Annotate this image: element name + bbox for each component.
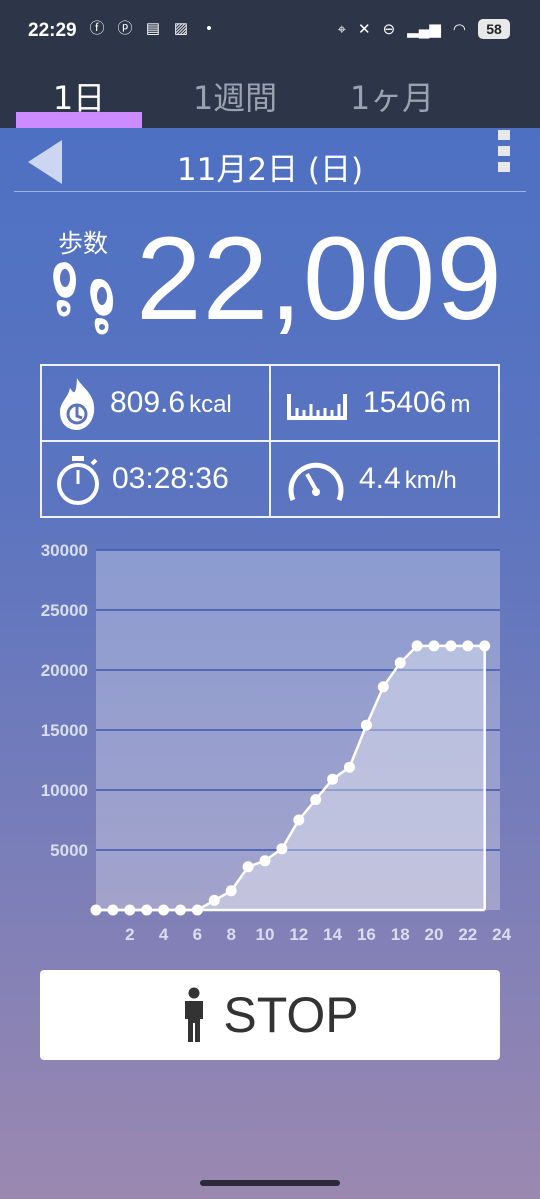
chart-data-point [141, 904, 153, 916]
chart-x-tick-label: 22 [458, 925, 477, 944]
chart-y-tick-label: 5000 [50, 841, 88, 860]
ruler-icon [287, 394, 347, 420]
battery-icon: 58 [478, 19, 510, 39]
chart-x-tick-label: 8 [226, 925, 235, 944]
stopwatch-icon [57, 456, 99, 505]
speed-value: 4.4 [359, 462, 401, 495]
status-bar: 22:29 ⓕ ⓟ ▤ ▨ • ⌖ ✕ ⊖ ▂▄▆ ◠ 58 [0, 0, 540, 64]
location-icon: ⌖ [337, 20, 347, 38]
stats-grid: 809.6 kcal 15406 m 03:28:36 4.4 km/h [40, 364, 500, 518]
speed-unit: km/h [404, 467, 457, 494]
chart-y-tick-label: 10000 [41, 781, 88, 800]
system-icons: ⌖ ✕ ⊖ ▂▄▆ ◠ 58 [338, 19, 510, 39]
active-tab-indicator [16, 112, 142, 128]
chart-data-point [158, 904, 170, 916]
hourly-steps-chart: 500010000150002000025000300002 4 6 8 10 12 14 1… [41, 541, 512, 944]
chart-data-point [242, 861, 254, 873]
chart-data-point [445, 640, 457, 652]
tab-week[interactable]: 1週間 [170, 64, 300, 128]
chart-data-point [259, 855, 271, 867]
chart-data-point [428, 640, 440, 652]
chart-data-point [225, 885, 237, 897]
stop-button-label: STOP [223, 987, 359, 1043]
chart-data-point [124, 904, 136, 916]
chart-x-tick-label: 18 [391, 925, 410, 944]
mute-icon: ✕ [358, 21, 371, 38]
calories-cell: 809.6 kcal [41, 365, 270, 441]
speedometer-icon [288, 462, 344, 501]
duration-cell: 03:28:36 [41, 441, 270, 517]
duration-value: 03:28:36 [112, 462, 229, 495]
chart-data-point [90, 904, 102, 916]
chart-data-point [411, 640, 423, 652]
chart-data-point [462, 640, 474, 652]
distance-value: 15406 [363, 386, 447, 419]
distance-unit: m [450, 391, 471, 418]
do-not-disturb-icon: ⊖ [382, 21, 396, 38]
wifi-icon: ◠ [452, 21, 466, 38]
chart-data-point [208, 894, 220, 906]
status-time: 22:29 [28, 20, 77, 41]
date-navigator: 11月2日 (日) [14, 136, 526, 192]
chart-y-tick-label: 25000 [41, 601, 88, 620]
distance-cell: 15406 m [270, 365, 499, 441]
person-standing-icon [185, 987, 204, 1042]
calories-unit: kcal [189, 391, 232, 418]
chart-x-tick-label: 20 [425, 925, 444, 944]
chart-x-tick-label: 24 [492, 925, 511, 944]
chart-x-tick-label: 2 [125, 925, 134, 944]
chart-data-point [107, 904, 119, 916]
facebook-icon: ⓕ [89, 20, 105, 37]
speed-cell: 4.4 km/h [270, 441, 499, 517]
chart-data-point [175, 904, 186, 916]
steps-label: 歩数 [58, 229, 109, 258]
chart-data-point [344, 761, 355, 773]
chart-data-point [479, 640, 491, 652]
news-icon: ▤ [145, 20, 161, 37]
signal-icon: ▂▄▆ [407, 21, 441, 38]
flame-icon [60, 378, 95, 430]
chart-x-tick-label: 4 [159, 925, 169, 944]
more-dot-icon: • [206, 20, 212, 37]
calories-value: 809.6 [110, 386, 186, 419]
chart-data-point [276, 843, 288, 855]
chart-y-tick-label: 15000 [41, 721, 88, 740]
chart-data-point [360, 719, 372, 731]
stop-button[interactable]: STOP [40, 970, 500, 1060]
chart-x-tick-label: 10 [256, 925, 275, 944]
home-indicator[interactable] [200, 1180, 340, 1186]
chart-data-point [327, 773, 339, 785]
chart-data-point [310, 794, 322, 806]
app-notification-icon: ⓟ [117, 20, 133, 37]
chart-x-tick-label: 6 [193, 925, 202, 944]
chart-y-tick-label: 20000 [41, 661, 88, 680]
chart-y-tick-label: 30000 [41, 541, 88, 560]
steps-count: 22,009 [136, 213, 503, 345]
chart-data-point [191, 904, 203, 916]
chart-data-point [377, 681, 389, 693]
current-date: 11月2日 (日) [176, 152, 364, 188]
chart-x-tick-label: 12 [289, 925, 308, 944]
chart-x-tick-label: 14 [323, 925, 342, 944]
chart-x-tick-label: 16 [357, 925, 376, 944]
chart-data-point [293, 814, 305, 826]
notification-icons: ⓕ ⓟ ▤ ▨ • [88, 20, 218, 38]
tab-month[interactable]: 1ヶ月 [330, 64, 454, 128]
gallery-icon: ▨ [173, 20, 189, 37]
footprints-icon [53, 262, 114, 335]
chart-data-point [394, 657, 406, 669]
